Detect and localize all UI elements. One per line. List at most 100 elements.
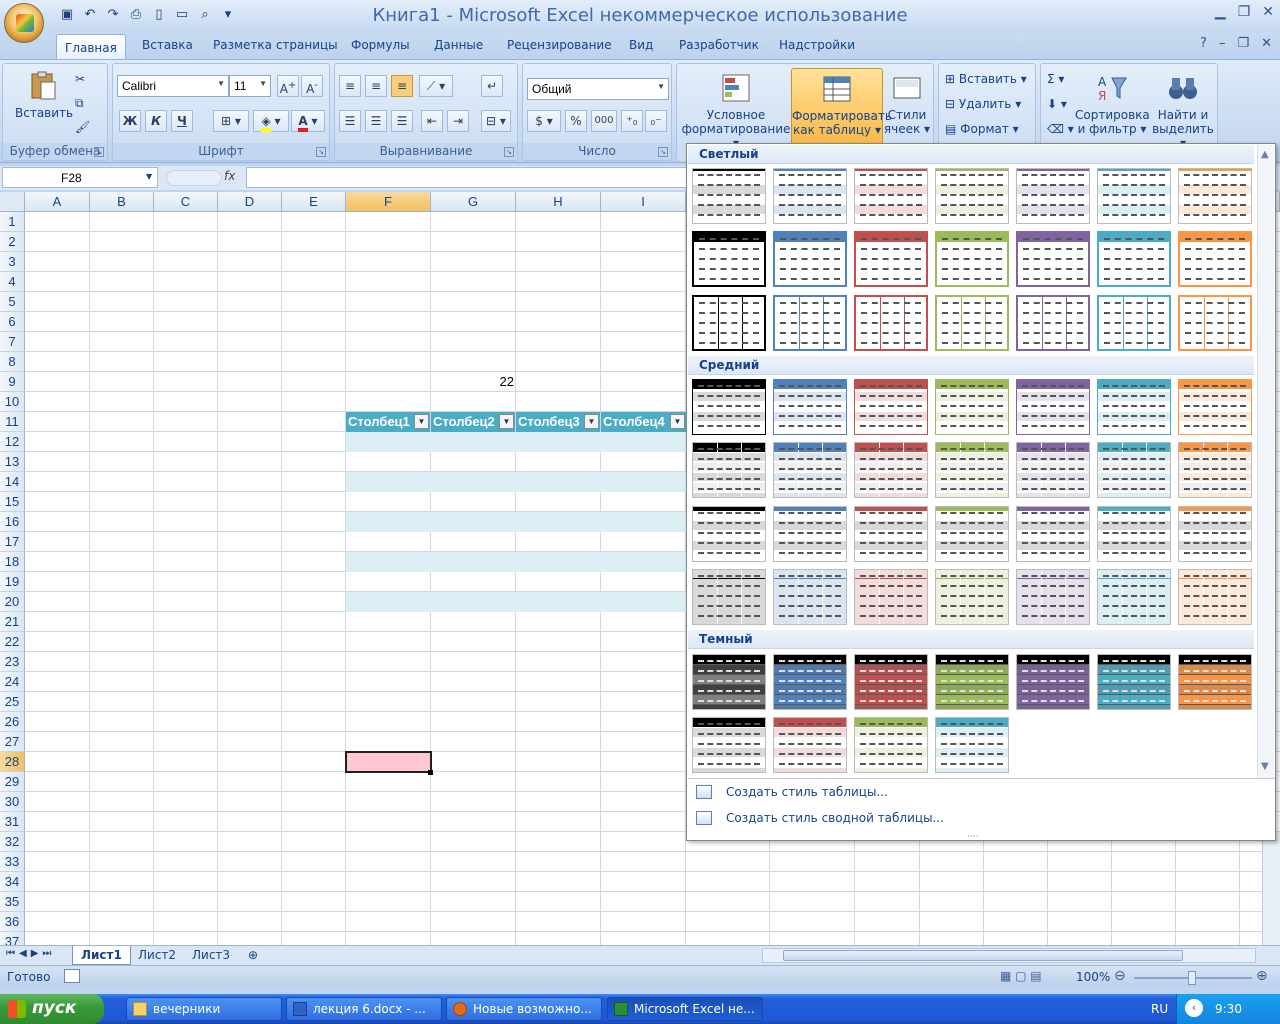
doc-restore-icon[interactable]: ❐ <box>1237 36 1249 51</box>
row-header-9[interactable]: 9 <box>0 372 25 392</box>
minimize-icon[interactable]: ▁ <box>1215 4 1226 20</box>
font-color-button[interactable]: A ▾ <box>291 110 325 132</box>
table-style-thumbnail[interactable] <box>1016 231 1090 287</box>
table-style-thumbnail[interactable] <box>1097 442 1171 498</box>
row-header-8[interactable]: 8 <box>0 352 25 372</box>
task-firefox[interactable]: Новые возможно... <box>446 997 602 1021</box>
table-style-thumbnail[interactable] <box>773 295 847 351</box>
row-header-16[interactable]: 16 <box>0 512 25 532</box>
column-header-e[interactable]: E <box>282 192 346 212</box>
cell-g9[interactable]: 22 <box>480 374 514 389</box>
row-header-1[interactable]: 1 <box>0 212 25 232</box>
column-header-a[interactable]: A <box>25 192 90 212</box>
format-cells-button[interactable]: ▤ Формат ▾ <box>945 122 1019 136</box>
table-style-thumbnail[interactable] <box>692 717 766 773</box>
filter-dropdown-icon[interactable]: ▼ <box>414 414 429 429</box>
row-header-33[interactable]: 33 <box>0 852 25 872</box>
doc-minimize-icon[interactable]: – <box>1219 36 1226 51</box>
italic-button[interactable]: К <box>145 110 167 132</box>
tab-formulas[interactable]: Формулы <box>351 38 410 52</box>
tab-home[interactable]: Главная <box>56 34 126 62</box>
table-style-thumbnail[interactable] <box>773 569 847 625</box>
view-buttons[interactable]: ▦ ▢ ▤ <box>1000 969 1042 983</box>
name-box[interactable]: F28 <box>2 167 158 188</box>
table-band-row[interactable] <box>346 512 686 532</box>
sort-filter-button[interactable]: AЯ Сортировка и фильтр ▾ <box>1075 72 1150 136</box>
row-header-25[interactable]: 25 <box>0 692 25 712</box>
grow-font-button[interactable]: A+ <box>277 75 299 97</box>
table-style-thumbnail[interactable] <box>692 295 766 351</box>
shrink-font-button[interactable]: A- <box>301 75 323 97</box>
table-style-thumbnail[interactable] <box>773 379 847 435</box>
table-style-thumbnail[interactable] <box>773 168 847 224</box>
row-header-32[interactable]: 32 <box>0 832 25 852</box>
table-style-thumbnail[interactable] <box>935 442 1009 498</box>
insert-cells-button[interactable]: ⊞ Вставить ▾ <box>945 72 1027 86</box>
decrease-decimal-button[interactable]: ₀⁻ <box>645 110 667 132</box>
table-header-cell[interactable]: Столбец3 ▼ <box>516 412 600 432</box>
tab-view[interactable]: Вид <box>629 38 653 52</box>
table-style-thumbnail[interactable] <box>1178 231 1252 287</box>
tab-review[interactable]: Рецензирование <box>507 38 612 52</box>
table-style-thumbnail[interactable] <box>1016 379 1090 435</box>
row-header-15[interactable]: 15 <box>0 492 25 512</box>
table-style-thumbnail[interactable] <box>1097 569 1171 625</box>
tab-insert[interactable]: Вставка <box>142 38 193 52</box>
table-style-thumbnail[interactable] <box>773 506 847 562</box>
cut-icon[interactable]: ✂ <box>75 72 85 86</box>
table-style-thumbnail[interactable] <box>773 442 847 498</box>
office-button[interactable] <box>4 3 44 43</box>
filter-dropdown-icon[interactable]: ▼ <box>499 414 514 429</box>
borders-button[interactable]: ⊞ ▾ <box>213 110 249 132</box>
row-header-3[interactable]: 3 <box>0 252 25 272</box>
table-style-thumbnail[interactable] <box>1178 569 1252 625</box>
new-pivot-style-item[interactable]: Создать стиль сводной таблицы... <box>688 806 1275 832</box>
dialog-launcher-icon[interactable]: ↘ <box>504 147 514 157</box>
sheet-tab-2[interactable]: Лист2 <box>130 946 184 965</box>
active-cell[interactable] <box>345 751 432 773</box>
table-style-thumbnail[interactable] <box>692 442 766 498</box>
paste-button[interactable]: Вставить <box>15 70 73 120</box>
table-style-thumbnail[interactable] <box>1097 168 1171 224</box>
resize-grip-icon[interactable]: ···· <box>967 832 978 842</box>
table-style-thumbnail[interactable] <box>854 379 928 435</box>
table-band-row[interactable] <box>346 472 686 492</box>
table-style-thumbnail[interactable] <box>1178 442 1252 498</box>
language-indicator[interactable]: RU <box>1151 1002 1168 1016</box>
row-header-31[interactable]: 31 <box>0 812 25 832</box>
row-header-26[interactable]: 26 <box>0 712 25 732</box>
scroll-down-icon[interactable]: ▼ <box>1261 761 1269 772</box>
table-style-thumbnail[interactable] <box>935 379 1009 435</box>
row-header-21[interactable]: 21 <box>0 612 25 632</box>
percent-button[interactable]: % <box>565 110 587 132</box>
row-header-24[interactable]: 24 <box>0 672 25 692</box>
bold-button[interactable]: Ж <box>119 110 141 132</box>
table-style-thumbnail[interactable] <box>692 506 766 562</box>
row-header-14[interactable]: 14 <box>0 472 25 492</box>
row-header-22[interactable]: 22 <box>0 632 25 652</box>
tab-page-layout[interactable]: Разметка страницы <box>213 38 338 52</box>
table-band-row[interactable] <box>346 432 686 452</box>
table-style-thumbnail[interactable] <box>854 717 928 773</box>
start-button[interactable]: пуск <box>0 994 104 1024</box>
table-style-thumbnail[interactable] <box>773 717 847 773</box>
table-style-thumbnail[interactable] <box>854 569 928 625</box>
merge-center-button[interactable]: ⊟ ▾ <box>481 110 511 132</box>
row-header-5[interactable]: 5 <box>0 292 25 312</box>
row-header-19[interactable]: 19 <box>0 572 25 592</box>
row-header-6[interactable]: 6 <box>0 312 25 332</box>
select-all-corner[interactable] <box>0 192 25 212</box>
fill-color-button[interactable]: ◈ ▾ <box>253 110 289 132</box>
table-style-thumbnail[interactable] <box>773 654 847 710</box>
table-style-thumbnail[interactable] <box>1016 654 1090 710</box>
currency-button[interactable]: $ ▾ <box>527 110 561 132</box>
table-header-cell[interactable]: Столбец2 ▼ <box>431 412 515 432</box>
align-center-button[interactable]: ☰ <box>365 110 387 132</box>
vertical-scrollbar[interactable] <box>1262 832 1280 945</box>
row-header-35[interactable]: 35 <box>0 892 25 912</box>
table-style-thumbnail[interactable] <box>1097 295 1171 351</box>
restore-icon[interactable]: ❐ <box>1238 4 1251 20</box>
table-style-thumbnail[interactable] <box>935 717 1009 773</box>
number-format-select[interactable]: Общий ▼ <box>527 78 669 100</box>
column-header-i[interactable]: I <box>601 192 686 212</box>
